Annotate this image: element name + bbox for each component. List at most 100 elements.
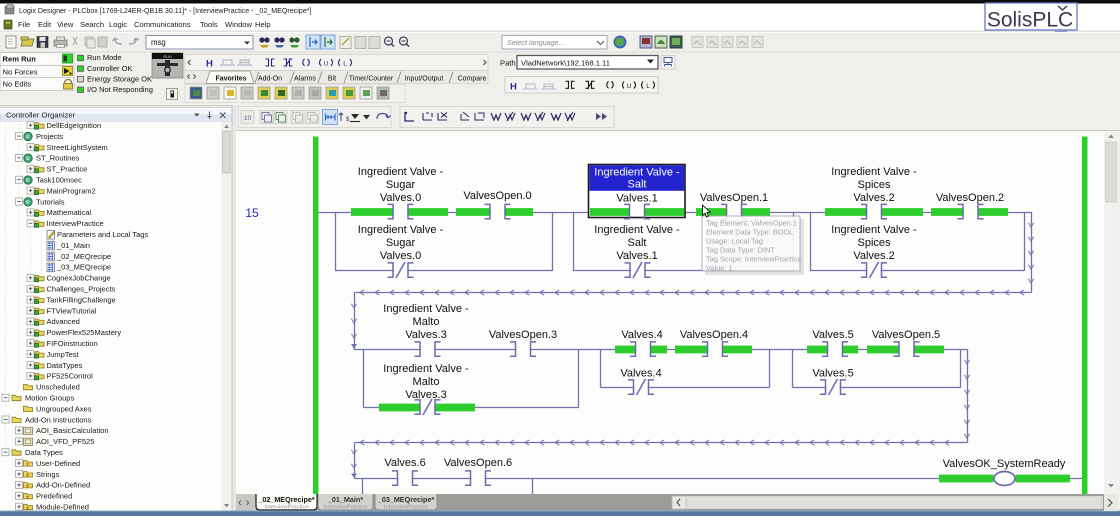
svg-text:Challenges_Projects: Challenges_Projects: [47, 285, 116, 294]
svg-text:Valves.5: Valves.5: [812, 329, 853, 341]
svg-text:Ingredient Valve -: Ingredient Valve -: [831, 224, 917, 236]
svg-text:T: T: [26, 484, 29, 489]
svg-text:msg: msg: [151, 38, 166, 47]
svg-text:Ingredient Valve -: Ingredient Valve -: [383, 303, 469, 315]
svg-text:PowerFlex525Mastery: PowerFlex525Mastery: [47, 328, 122, 337]
svg-text:Valves.6: Valves.6: [384, 457, 425, 469]
svg-text:InterviewPractice: InterviewPractice: [384, 504, 428, 510]
svg-text:_03_MEQrecipe*: _03_MEQrecipe*: [377, 495, 435, 504]
svg-text:Task100msec: Task100msec: [36, 176, 82, 185]
svg-text:Input/Output: Input/Output: [405, 75, 444, 82]
svg-text:SolisPLC: SolisPLC: [987, 9, 1073, 32]
svg-text:_01_Main*: _01_Main*: [327, 495, 363, 504]
svg-text:Spices: Spices: [857, 179, 891, 191]
svg-text:RUN: RUN: [163, 55, 171, 59]
svg-text:Strings: Strings: [36, 470, 60, 479]
svg-text:ST_Practice: ST_Practice: [47, 165, 88, 174]
svg-text:Controller Organizer: Controller Organizer: [6, 111, 76, 120]
svg-text:Add-On: Add-On: [258, 75, 282, 82]
svg-text:VladNetwork\192.168.1.11: VladNetwork\192.168.1.11: [521, 58, 610, 67]
svg-text:Malto: Malto: [413, 376, 440, 388]
svg-text:_01_Main: _01_Main: [56, 241, 90, 250]
svg-text:TankFillingChallenge: TankFillingChallenge: [47, 295, 116, 304]
svg-text:L: L: [646, 83, 650, 90]
svg-text:Ingredient Valve -: Ingredient Valve -: [594, 167, 680, 179]
svg-text:Valves.1: Valves.1: [616, 193, 657, 205]
svg-text:Sugar: Sugar: [386, 237, 416, 249]
svg-text:Advanced: Advanced: [47, 317, 80, 326]
svg-text:AOI_VFD_PF525: AOI_VFD_PF525: [36, 437, 94, 446]
svg-text:FIFOinstruction: FIFOinstruction: [47, 339, 98, 348]
svg-text:AOI_BasicCalculation: AOI_BasicCalculation: [36, 426, 109, 435]
svg-text:Valves.1: Valves.1: [616, 250, 657, 262]
svg-text:Tag Data Type: DINT: Tag Data Type: DINT: [706, 246, 775, 255]
svg-text:Module-Defined: Module-Defined: [36, 503, 89, 512]
svg-text:Data Types: Data Types: [25, 448, 63, 457]
svg-text:Projects: Projects: [36, 132, 63, 141]
svg-text:10: 10: [244, 115, 252, 122]
svg-text:Element Data Type: BOOL: Element Data Type: BOOL: [706, 228, 793, 237]
svg-text:ValvesOpen.0: ValvesOpen.0: [463, 190, 531, 202]
svg-text:Path:: Path:: [500, 58, 518, 67]
svg-text:T: T: [26, 506, 29, 511]
svg-text:CognexJobChange: CognexJobChange: [47, 274, 111, 283]
svg-text:Valves.0: Valves.0: [380, 192, 421, 204]
svg-text:Timer/Counter: Timer/Counter: [349, 75, 394, 82]
svg-text:ValvesOpen.1: ValvesOpen.1: [700, 192, 768, 204]
svg-text:StreetLightSystem: StreetLightSystem: [47, 143, 108, 152]
svg-text:Spices: Spices: [857, 237, 891, 249]
svg-text:Valves.0: Valves.0: [380, 250, 421, 262]
svg-text:Search: Search: [80, 20, 104, 29]
svg-text:Valves.2: Valves.2: [853, 192, 894, 204]
svg-text:U: U: [627, 83, 632, 90]
svg-text:Edit: Edit: [38, 20, 52, 29]
svg-text:ValvesOpen.5: ValvesOpen.5: [872, 329, 940, 341]
svg-text:Ingredient Valve -: Ingredient Valve -: [358, 166, 444, 178]
svg-text:Motion Groups: Motion Groups: [25, 394, 74, 403]
svg-text:Unscheduled: Unscheduled: [36, 383, 80, 392]
svg-text:Ingredient Valve -: Ingredient Valve -: [383, 363, 469, 375]
svg-text:Energy Storage OK: Energy Storage OK: [87, 74, 152, 83]
svg-text:Parameters and Local Tags: Parameters and Local Tags: [57, 230, 148, 239]
svg-text:ValvesOpen.2: ValvesOpen.2: [936, 192, 1004, 204]
svg-text:T: T: [26, 473, 29, 478]
svg-text:InterviewPractice: InterviewPractice: [323, 504, 367, 510]
svg-text:Usage: Local Tag: Usage: Local Tag: [706, 237, 763, 246]
svg-text:Ingredient Valve -: Ingredient Valve -: [594, 224, 680, 236]
svg-text:Malto: Malto: [413, 316, 440, 328]
svg-text:Salt: Salt: [628, 237, 647, 249]
svg-text:Rem Run: Rem Run: [3, 55, 37, 64]
svg-text:Predefined: Predefined: [36, 492, 72, 501]
svg-text:Help: Help: [255, 20, 271, 29]
svg-text:Add-On Instructions: Add-On Instructions: [25, 415, 92, 424]
svg-text:Valves.5: Valves.5: [812, 368, 853, 380]
svg-text:Select language...: Select language...: [507, 38, 565, 47]
svg-text:_03_MEQrecipe: _03_MEQrecipe: [56, 263, 111, 272]
svg-text:U: U: [324, 61, 329, 68]
svg-text:I/O Not Responding: I/O Not Responding: [87, 85, 153, 94]
svg-text:ValvesOK_SystemReady: ValvesOK_SystemReady: [943, 458, 1066, 470]
svg-text:Run Mode: Run Mode: [87, 53, 122, 62]
svg-text:ValvesOpen.3: ValvesOpen.3: [489, 329, 557, 341]
svg-text:DataTypes: DataTypes: [47, 361, 83, 370]
svg-text:View: View: [57, 20, 74, 29]
svg-text:Controller OK: Controller OK: [87, 64, 132, 73]
svg-text:_02_MEQrecipe: _02_MEQrecipe: [56, 252, 111, 261]
svg-text:Ungrouped Axes: Ungrouped Axes: [36, 404, 92, 413]
svg-text:T: T: [26, 495, 29, 500]
svg-text:H: H: [510, 82, 517, 93]
svg-text:Valves.4: Valves.4: [620, 368, 661, 380]
svg-text:Tools: Tools: [200, 20, 218, 29]
svg-text:Mathematical: Mathematical: [47, 208, 92, 217]
svg-text:Tutorials: Tutorials: [36, 197, 65, 206]
svg-text:Tag Element: ValvesOpen.1: Tag Element: ValvesOpen.1: [706, 219, 797, 228]
svg-text:Valves.4: Valves.4: [621, 329, 662, 341]
svg-text:Bit: Bit: [328, 75, 336, 82]
svg-text:Value: 1: Value: 1: [706, 264, 733, 273]
svg-text:ValvesOpen.4: ValvesOpen.4: [680, 329, 748, 341]
svg-text:Logix Designer - PLCbox [1769-: Logix Designer - PLCbox [1769-L24ER-QB1B…: [19, 7, 311, 15]
svg-text:InterviewPractice: InterviewPractice: [47, 219, 104, 228]
svg-text:Logic: Logic: [109, 20, 127, 29]
svg-text:ST_Routines: ST_Routines: [36, 154, 80, 163]
svg-text:Ingredient Valve -: Ingredient Valve -: [831, 166, 917, 178]
